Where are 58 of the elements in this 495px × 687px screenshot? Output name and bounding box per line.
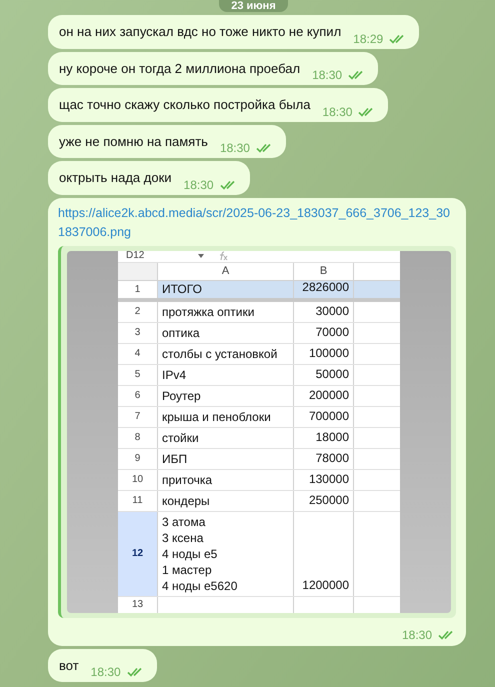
message-time: 18:30 — [90, 666, 121, 678]
table-cell-text: ИТОГО — [162, 281, 203, 298]
row-number[interactable]: 9 — [118, 448, 158, 469]
name-box[interactable]: D12 — [118, 251, 198, 262]
caret-icon — [198, 254, 204, 258]
table-cell-text: 200000 — [308, 386, 349, 404]
row-number[interactable]: 12 — [118, 512, 158, 596]
image-link[interactable]: https://alice2k.abcd.media/scr/2025-06-23_183037_666_3706_123_301837006.png — [58, 204, 456, 242]
message-time: 18:30 — [402, 628, 432, 640]
row-number[interactable]: 13 — [118, 596, 158, 612]
row-number[interactable]: 2 — [118, 302, 158, 322]
row-number[interactable]: 5 — [118, 364, 158, 385]
message-text: вот — [59, 656, 79, 674]
message-time: 18:30 — [220, 142, 250, 154]
table-cell-text: оптика — [162, 324, 201, 341]
column-header[interactable]: A — [158, 262, 294, 280]
table-cell-text: IPv4 — [162, 366, 188, 383]
table-cell-text: крыша и пеноблоки — [162, 408, 272, 425]
table-cell-text: 100000 — [308, 344, 349, 362]
table-cell-text: 1200000 — [302, 576, 349, 594]
table-cell-text: 700000 — [308, 408, 349, 425]
table-cell-text: 2826000 — [302, 278, 349, 296]
table-cell-text: 250000 — [308, 492, 349, 509]
table-cell-text: 3 атома 3 ксена 4 ноды е5 1 мастер 4 ноды е5620 — [162, 514, 238, 594]
table-cell-text: 78000 — [316, 450, 349, 467]
row-number[interactable]: 6 — [118, 386, 158, 406]
table-cell-text: приточка — [162, 472, 214, 488]
table-cell-text: Роутер — [162, 388, 202, 404]
table-cell-text: 18000 — [316, 428, 349, 446]
row-number[interactable]: 3 — [118, 322, 158, 343]
table-cell-text: стойки — [162, 430, 200, 446]
message-time: 18:29 — [353, 32, 384, 44]
table-cell-text: столбы с установкой — [162, 346, 278, 362]
row-number[interactable]: 11 — [118, 490, 158, 511]
column-header[interactable]: B — [294, 262, 354, 280]
row-number[interactable]: 7 — [118, 406, 158, 427]
message-text: щас точно скажу сколько постройка была — [59, 96, 310, 114]
message-time: 18:30 — [322, 106, 352, 118]
table-cell-text: 30000 — [316, 302, 349, 320]
message-time: 18:30 — [184, 178, 214, 190]
date-pill: 23 июня — [219, 0, 288, 12]
row-number[interactable]: 10 — [118, 470, 158, 490]
table-cell-text: кондеры — [162, 492, 211, 509]
message-text: уже не помню на память — [59, 132, 208, 151]
message-text: ну короче он тогда 2 миллиона проебал — [59, 60, 300, 78]
table-cell-text: протяжка оптики — [162, 304, 256, 320]
table-cell-text: ИБП — [162, 450, 188, 467]
message-text: он на них запускал вдс но тоже никто не купил — [59, 23, 342, 41]
row-number[interactable]: 8 — [118, 428, 158, 448]
table-cell-text: 70000 — [316, 324, 349, 341]
table-cell-text: 130000 — [308, 470, 349, 488]
function-icon — [218, 251, 228, 262]
select-all-corner[interactable] — [118, 262, 158, 280]
row-number[interactable]: 1 — [118, 280, 158, 298]
table-cell-text: 50000 — [316, 366, 349, 383]
message-text: октрыть нада доки — [59, 169, 172, 187]
message-time: 18:30 — [312, 69, 342, 81]
row-number[interactable]: 4 — [118, 344, 158, 364]
